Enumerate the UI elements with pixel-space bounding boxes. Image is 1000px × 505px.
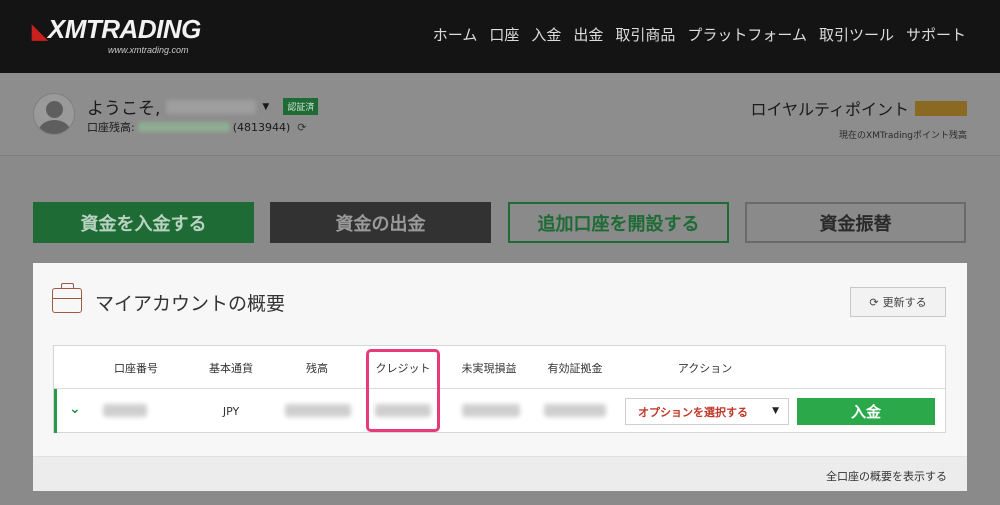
column-unrealized-pl: 未実現損益 [461, 362, 517, 375]
loyalty-subtitle: 現在のXMTradingポイント残高 [839, 131, 967, 141]
avatar-head-icon [46, 101, 63, 118]
nav-item-home[interactable]: ホーム [433, 24, 478, 45]
column-action: アクション [677, 362, 733, 375]
nav-item-tools[interactable]: 取引ツール [819, 24, 894, 45]
transfer-funds-button[interactable]: 資金振替 [745, 202, 966, 243]
column-account-number: 口座番号 [114, 362, 158, 375]
loyalty-points-badge [915, 100, 967, 116]
panel-footer: 全口座の概要を表示する [33, 456, 967, 491]
action-select[interactable]: オプションを選択する ▼ [625, 398, 789, 425]
withdraw-funds-button[interactable]: 資金の出金 [270, 202, 491, 243]
panel-title: マイアカウントの概要 [95, 293, 286, 315]
avatar-body-icon [39, 120, 70, 134]
accounts-table: 口座番号 基本通貨 残高 クレジット 未実現損益 有効証拠金 アクション ⌄ J… [53, 345, 946, 433]
blurred-unrealized-cell [462, 404, 520, 417]
avatar [33, 93, 75, 135]
blurred-balance-cell [285, 404, 351, 417]
nav-item-support[interactable]: サポート [906, 24, 966, 45]
account-number: (4813944) [232, 120, 291, 134]
blurred-equity-cell [544, 404, 606, 417]
row-deposit-button[interactable]: 入金 [797, 398, 935, 425]
loyalty-points: ロイヤルティポイント 現在のXMTradingポイント残高 [750, 96, 967, 141]
column-equity: 有効証拠金 [547, 362, 603, 375]
logo-text: XMTRADING [47, 14, 201, 44]
main-nav: ホーム 口座 入金 出金 取引商品 プラットフォーム 取引ツール サポート [433, 24, 966, 45]
action-select-label: オプションを選択する [638, 405, 748, 419]
column-base-currency: 基本通貨 [209, 362, 253, 375]
welcome-text: ようこそ, [87, 99, 161, 119]
refresh-label: 更新する [882, 296, 927, 309]
welcome-line: ようこそ, ▼ 認証済 [87, 94, 319, 119]
nav-item-withdrawal[interactable]: 出金 [573, 24, 603, 45]
loyalty-title: ロイヤルティポイント [750, 100, 909, 119]
refresh-button[interactable]: ⟳ 更新する [850, 287, 946, 317]
verified-badge: 認証済 [283, 98, 319, 115]
account-balance-line: 口座残高: (4813944) ⟳ [87, 119, 307, 135]
xmtrading-logo[interactable]: ◣XMTRADING www.xmtrading.com [32, 15, 201, 55]
user-info-bar: ようこそ, ▼ 認証済 口座残高: (4813944) ⟳ ロイヤルティポイント… [0, 73, 1000, 156]
refresh-balance-icon[interactable]: ⟳ [297, 121, 306, 134]
table-header: 口座番号 基本通貨 残高 クレジット 未実現損益 有効証拠金 アクション [54, 346, 945, 389]
logo-mark-icon: ◣ [32, 21, 47, 43]
view-all-accounts-link[interactable]: 全口座の概要を表示する [826, 468, 947, 484]
balance-label: 口座残高: [87, 121, 135, 134]
nav-item-account[interactable]: 口座 [489, 24, 519, 45]
deposit-funds-button[interactable]: 資金を入金する [33, 202, 254, 243]
nav-item-deposit[interactable]: 入金 [531, 24, 561, 45]
logo-subtext: www.xmtrading.com [108, 45, 189, 55]
top-header: ◣XMTRADING www.xmtrading.com ホーム 口座 入金 出… [0, 0, 1000, 73]
blurred-balance [137, 122, 230, 132]
account-overview-panel: マイアカウントの概要 ⟳ 更新する 口座番号 基本通貨 残高 クレジット 未実現… [33, 263, 967, 491]
nav-item-platform[interactable]: プラットフォーム [687, 24, 807, 45]
cell-currency: JPY [222, 405, 240, 418]
column-balance: 残高 [306, 362, 328, 375]
expand-chevron-down-icon[interactable]: ⌄ [69, 401, 81, 417]
user-menu-chevron-down-icon[interactable]: ▼ [262, 102, 269, 112]
open-additional-account-button[interactable]: 追加口座を開設する [508, 202, 729, 243]
select-chevron-down-icon: ▼ [772, 406, 779, 416]
blurred-username [166, 99, 257, 114]
credit-column-highlight [366, 349, 440, 432]
blurred-account-number [103, 404, 147, 417]
table-row: ⌄ JPY オプションを選択する ▼ 入金 [54, 389, 945, 433]
refresh-icon: ⟳ [869, 295, 879, 309]
briefcase-icon [52, 283, 82, 313]
nav-item-products[interactable]: 取引商品 [615, 24, 675, 45]
